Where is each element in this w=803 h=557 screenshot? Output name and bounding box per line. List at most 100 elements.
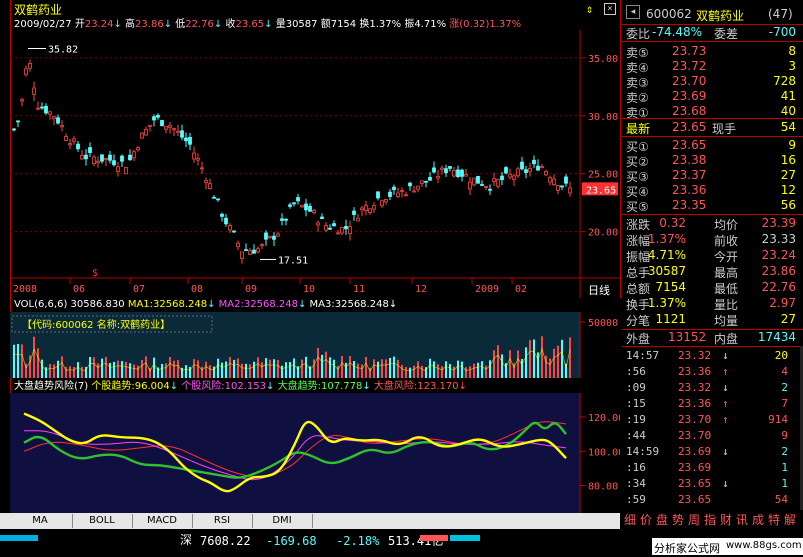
turn-value: 1.37% [369,19,402,30]
tick-row[interactable]: :59 23.65 54 [622,492,802,507]
buy-price: 23.65 [672,138,707,152]
volume-bar [441,366,443,378]
bottom-menu-item[interactable]: 解 [784,514,796,526]
tick-row[interactable]: :34 23.65 ↓ 1 [622,476,802,491]
tick-time: :44 [626,429,646,442]
candle-body [160,120,164,127]
bottom-menu-item[interactable]: 细 [624,514,636,526]
volume-bar [213,366,215,378]
price-x-label: 11 [353,284,365,295]
tab-ma[interactable]: MA [14,513,66,529]
tick-arrow: ↓ [722,349,729,362]
stat-row: 涨幅 1.37% 前收 23.33 [622,231,800,248]
tick-row[interactable]: 14:59 23.69 ↓ 2 [622,444,802,459]
volume-bar [325,351,327,378]
volume-bar [233,359,235,378]
watermark-banner[interactable]: 分析家公式网 www.88gs.com [652,538,803,555]
bottom-menu-item[interactable]: 价 [640,514,652,526]
volume-legend: VOL(6,6,6) 30586.830 MA1:32568.248↓ MA2:… [14,300,397,310]
close-chart-icon[interactable]: × [604,3,616,15]
candle-body [412,190,416,193]
candle-body [136,147,140,151]
candle-body [32,87,36,95]
bottom-menu-item[interactable]: 成 [752,514,764,526]
buy-row-5[interactable]: 买⑤ 23.35 56 [622,197,800,214]
candle-body [280,218,284,221]
candle-body [196,158,200,161]
volume-bar [461,361,463,378]
bottom-menu-item[interactable]: 特 [768,514,780,526]
ind-s3-arrow: ↓ [362,381,371,392]
volume-bar [201,366,203,378]
buy-volume: 16 [780,153,796,167]
tab-rsi[interactable]: RSI [194,513,250,529]
candle-body [460,169,464,177]
candle-body [292,202,296,205]
volume-bar [13,344,15,378]
vol-ma1-arrow: ↓ [207,299,216,310]
sell-volume: 8 [788,44,796,58]
bottom-menu-item[interactable]: 财 [720,514,732,526]
bottom-menu-item[interactable]: 盘 [656,514,668,526]
volume-bar [61,356,63,378]
tick-row[interactable]: :15 23.36 ↑ 7 [622,396,802,411]
volume-bar [33,336,35,378]
volume-bar [385,359,387,378]
candle-body [116,166,120,173]
candle-body [500,175,504,181]
candle-body [88,147,92,153]
candle-body [304,203,308,211]
volume-bar [269,359,271,378]
volume-bar [117,360,119,378]
tick-row[interactable]: :19 23.70 ↑ 914 [622,412,802,427]
vol-label: 量 [275,19,286,30]
stat-value: 23.86 [761,264,796,278]
volume-bar [265,358,267,378]
tick-row[interactable]: :09 23.32 ↓ 2 [622,380,802,395]
tab-macd[interactable]: MACD [134,513,190,529]
candle-body [72,138,76,142]
volume-bar [209,365,211,378]
volume-bar [125,361,127,378]
indicator-lines[interactable]: 120.00 100.00 80.00 [10,393,620,513]
volume-bar [305,356,307,378]
quote-nav-icon[interactable]: ◂ [626,5,640,19]
tick-row[interactable]: :16 23.69 1 [622,460,802,475]
volume-bar [245,363,247,378]
volume-chart-panel[interactable]: VOL(6,6,6) 30586.830 MA1:32568.248↓ MA2:… [10,298,620,378]
candle-body [188,137,192,145]
candle-body [52,116,56,120]
tab-boll[interactable]: BOLL [74,513,130,529]
stock-terminal-window: 双鹤药业 2009/02/27 开23.24↓ 高23.86↓ 低22.76↓ … [0,0,803,557]
bottom-menu-item[interactable]: 势 [672,514,684,526]
outer-label: 外盘 [626,332,651,346]
stat-label: 均量 [714,314,739,328]
tick-row[interactable]: :56 23.36 ↑ 4 [622,364,802,379]
bottom-menu-item[interactable]: 周 [688,514,700,526]
tick-row[interactable]: :44 23.70 9 [622,428,802,443]
tick-time: :15 [626,397,646,410]
bottom-menu-item[interactable]: 指 [704,514,716,526]
stat-value: 1121 [655,312,686,326]
arrow-marker-icon[interactable]: ⇕ [586,2,598,16]
candlestick-chart[interactable]: 35.00 30.00 25.00 20.00 35.82 17.51 23.65 2008 0… [10,30,620,298]
volume-bar [485,365,487,378]
tick-price: 23.36 [678,397,712,410]
candle-body [256,248,260,253]
indicator-chart-panel[interactable]: 大盘趋势风险(7) 个股趋势:96.004↓ 个股风险:102.153↓ 大盘趋… [10,379,620,513]
price-chart-panel[interactable]: 双鹤药业 2009/02/27 开23.24↓ 高23.86↓ 低22.76↓ … [10,0,621,298]
tick-row[interactable]: 14:57 23.32 ↓ 20 [622,348,802,363]
candle-body [124,166,128,175]
bottom-menu-item[interactable]: 讯 [736,514,748,526]
tick-price: 23.69 [678,445,712,458]
candle-body [468,181,472,190]
tick-volume: 914 [768,413,788,426]
tick-price: 23.70 [678,429,712,442]
candle-body [156,114,160,118]
updown-bar-cyan [450,535,480,541]
volume-bar [541,336,543,378]
watermark-url: www.88gs.com [726,540,802,551]
high-mark-label: 35.82 [48,45,78,56]
volume-bar [73,366,75,378]
tab-dmi[interactable]: DMI [254,513,310,529]
